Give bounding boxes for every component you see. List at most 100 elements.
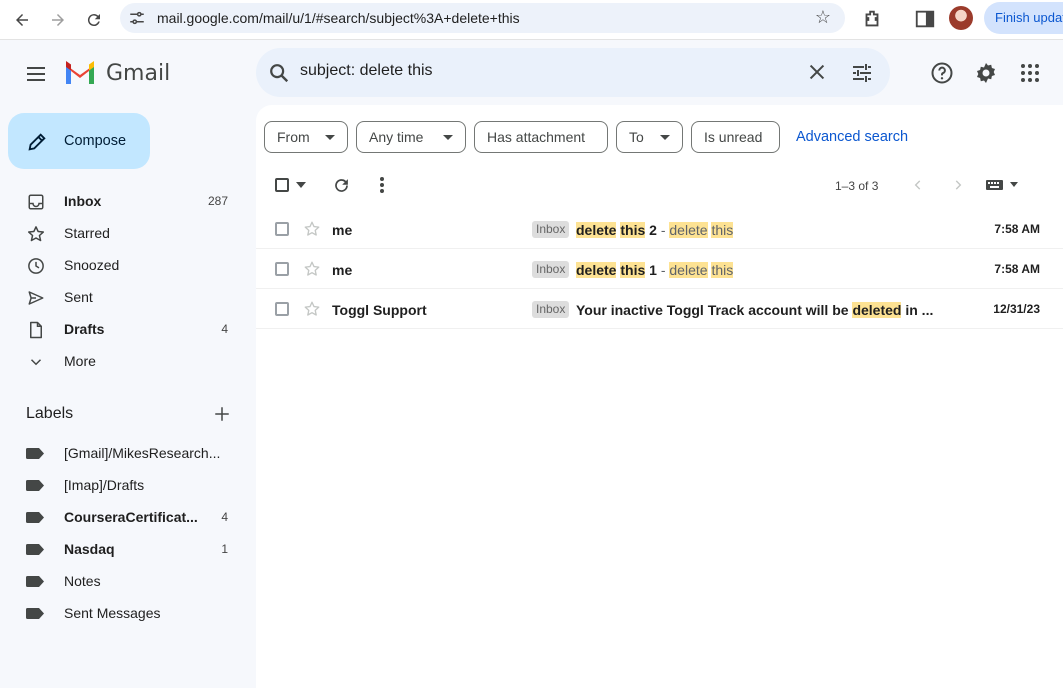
add-label-icon[interactable] [213, 405, 231, 423]
row-checkbox[interactable] [275, 262, 289, 276]
bookmark-star-icon[interactable]: ☆ [815, 7, 831, 28]
inbox-badge[interactable]: Inbox [532, 221, 570, 238]
sidebar-item-drafts[interactable]: Drafts 4 [0, 313, 250, 345]
label-name: Notes [64, 573, 101, 589]
send-icon [28, 291, 44, 305]
finish-update-button[interactable]: Finish update [984, 2, 1063, 34]
draft-count: 4 [221, 322, 228, 336]
row-checkbox[interactable] [275, 222, 289, 236]
clear-search-icon[interactable] [806, 61, 828, 83]
label-tag-icon [26, 512, 44, 523]
url-text[interactable]: mail.google.com/mail/u/1/#search/subject… [157, 10, 520, 26]
search-bar[interactable]: subject: delete this [256, 48, 890, 97]
filter-to-chip[interactable]: To [616, 121, 683, 153]
address-bar[interactable]: mail.google.com/mail/u/1/#search/subject… [120, 3, 845, 33]
apps-grid-icon[interactable] [1018, 61, 1042, 85]
label-tag-icon [26, 544, 44, 555]
email-row[interactable]: me Inbox delete this 1 - delete this 7:5… [256, 249, 1063, 289]
filter-has-attachment-chip[interactable]: Has attachment [474, 121, 608, 153]
row-checkbox[interactable] [275, 302, 289, 316]
email-sender: me [332, 222, 353, 238]
label-name: Sent Messages [64, 605, 161, 621]
chip-label: To [629, 129, 644, 145]
email-row[interactable]: me Inbox delete this 2 - delete this 7:5… [256, 209, 1063, 249]
draft-icon [30, 321, 42, 339]
label-tag-icon [26, 608, 44, 619]
pagination-text: 1–3 of 3 [835, 179, 879, 193]
caret-down-icon [325, 135, 335, 140]
label-tag-icon [26, 448, 44, 459]
email-date: 7:58 AM [994, 222, 1040, 236]
caret-down-icon [660, 135, 670, 140]
main-menu-icon[interactable] [24, 62, 48, 86]
sidebar-item-starred[interactable]: Starred [0, 217, 250, 249]
star-toggle-icon[interactable] [303, 260, 321, 278]
back-icon[interactable] [10, 8, 34, 32]
label-name: [Imap]/Drafts [64, 477, 145, 493]
star-icon [27, 226, 45, 242]
older-chevron-right-icon[interactable] [951, 178, 965, 192]
reload-icon[interactable] [82, 8, 106, 32]
label-item[interactable]: Sent Messages [0, 597, 250, 629]
sidebar-item-sent[interactable]: Sent [0, 281, 250, 313]
inbox-icon [28, 194, 44, 210]
newer-chevron-left-icon[interactable] [911, 178, 925, 192]
app-name: Gmail [106, 61, 171, 86]
sidebar-item-label: Inbox [64, 193, 102, 209]
chip-label: Is unread [704, 129, 763, 145]
sidebar-item-label: Drafts [64, 321, 105, 337]
search-options-icon[interactable] [850, 61, 874, 85]
filter-any-time-chip[interactable]: Any time [356, 121, 466, 153]
input-tools-keyboard-icon[interactable] [986, 179, 1020, 191]
inbox-badge[interactable]: Inbox [532, 261, 570, 278]
label-item[interactable]: Notes [0, 565, 250, 597]
sidebar-item-label: Sent [64, 289, 93, 305]
label-item[interactable]: [Gmail]/MikesResearch... [0, 437, 250, 469]
help-icon[interactable] [930, 61, 954, 85]
select-menu-caret-icon[interactable] [296, 181, 306, 189]
label-item[interactable]: Nasdaq 1 [0, 533, 250, 565]
email-sender: Toggl Support [332, 302, 427, 318]
sidebar-item-more[interactable]: More [0, 345, 250, 377]
profile-avatar[interactable] [949, 6, 973, 30]
email-date: 7:58 AM [994, 262, 1040, 276]
settings-gear-icon[interactable] [974, 61, 998, 85]
compose-button[interactable]: Compose [8, 113, 150, 169]
sidebar-item-label: Starred [64, 225, 110, 241]
label-item[interactable]: [Imap]/Drafts [0, 469, 250, 501]
clock-icon [28, 258, 44, 274]
site-settings-icon[interactable] [128, 9, 146, 27]
chip-label: Has attachment [487, 129, 586, 145]
labels-heading: Labels [26, 405, 74, 422]
side-panel-icon[interactable] [914, 8, 936, 30]
gmail-logo-icon[interactable] [64, 59, 96, 87]
star-toggle-icon[interactable] [303, 220, 321, 238]
extensions-icon[interactable] [861, 8, 883, 30]
star-toggle-icon[interactable] [303, 300, 321, 318]
label-item[interactable]: CourseraCertificat... 4 [0, 501, 250, 533]
label-name: [Gmail]/MikesResearch... [64, 445, 221, 461]
more-options-icon[interactable] [378, 176, 386, 194]
filter-is-unread-chip[interactable]: Is unread [691, 121, 780, 153]
email-row[interactable]: Toggl Support Inbox Your inactive Toggl … [256, 289, 1063, 329]
filter-from-chip[interactable]: From [264, 121, 348, 153]
inbox-badge[interactable]: Inbox [532, 301, 570, 318]
select-all-checkbox[interactable] [275, 178, 289, 192]
search-icon[interactable] [268, 62, 290, 84]
unread-count: 287 [207, 194, 228, 208]
email-subject: Your inactive Toggl Track account will b… [576, 302, 934, 318]
sidebar-item-inbox[interactable]: Inbox 287 [0, 185, 250, 217]
label-count: 4 [221, 510, 228, 524]
chevron-down-icon [30, 359, 42, 366]
email-date: 12/31/23 [993, 302, 1040, 316]
pencil-icon [28, 133, 46, 151]
search-input[interactable]: subject: delete this [300, 62, 433, 80]
forward-icon[interactable] [46, 8, 70, 32]
label-name: Nasdaq [64, 541, 115, 557]
label-tag-icon [26, 576, 44, 587]
refresh-icon[interactable] [333, 177, 350, 194]
label-tag-icon [26, 480, 44, 491]
sidebar-item-label: Snoozed [64, 257, 120, 273]
sidebar-item-snoozed[interactable]: Snoozed [0, 249, 250, 281]
advanced-search-link[interactable]: Advanced search [796, 129, 908, 145]
